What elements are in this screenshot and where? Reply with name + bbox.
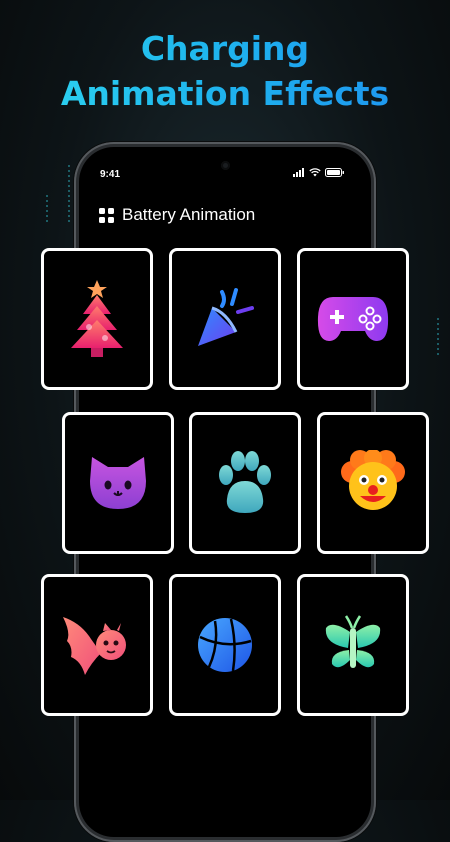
decorative-dots-right xyxy=(437,318,439,358)
animation-tile-paw[interactable] xyxy=(189,412,301,554)
cat-icon xyxy=(90,457,146,509)
app-header: Battery Animation xyxy=(99,205,255,225)
status-time: 9:41 xyxy=(100,169,121,180)
animation-tile-clown[interactable] xyxy=(317,412,429,554)
decorative-dots-left-2 xyxy=(46,195,48,225)
paw-icon xyxy=(219,451,271,513)
headline-line-2: Animation Effects xyxy=(0,71,450,116)
animation-tile-party-popper[interactable] xyxy=(169,248,281,390)
animation-tile-cat[interactable] xyxy=(62,412,174,554)
ball-icon xyxy=(198,618,252,672)
animation-tile-bat[interactable] xyxy=(41,574,153,716)
bat-icon xyxy=(63,617,126,675)
party-popper-icon xyxy=(198,288,254,346)
clown-icon xyxy=(341,450,405,510)
app-title: Battery Animation xyxy=(122,205,256,224)
headline-line-1: Charging xyxy=(0,26,450,71)
animation-tile-christmas-tree[interactable] xyxy=(41,248,153,390)
headline: Charging Animation Effects xyxy=(0,26,450,116)
decorative-dots-left xyxy=(68,165,70,225)
gamepad-icon xyxy=(317,297,389,341)
grid-icon[interactable] xyxy=(99,207,114,223)
butterfly-icon xyxy=(325,615,381,668)
animation-tile-ball[interactable] xyxy=(169,574,281,716)
christmas-tree-icon xyxy=(71,280,123,357)
status-icons xyxy=(293,168,345,177)
signal-icon xyxy=(293,168,304,177)
animation-tile-butterfly[interactable] xyxy=(297,574,409,716)
animation-tile-gamepad[interactable] xyxy=(297,248,409,390)
battery-icon xyxy=(325,168,344,177)
wifi-icon xyxy=(309,168,321,177)
front-camera xyxy=(221,161,230,170)
